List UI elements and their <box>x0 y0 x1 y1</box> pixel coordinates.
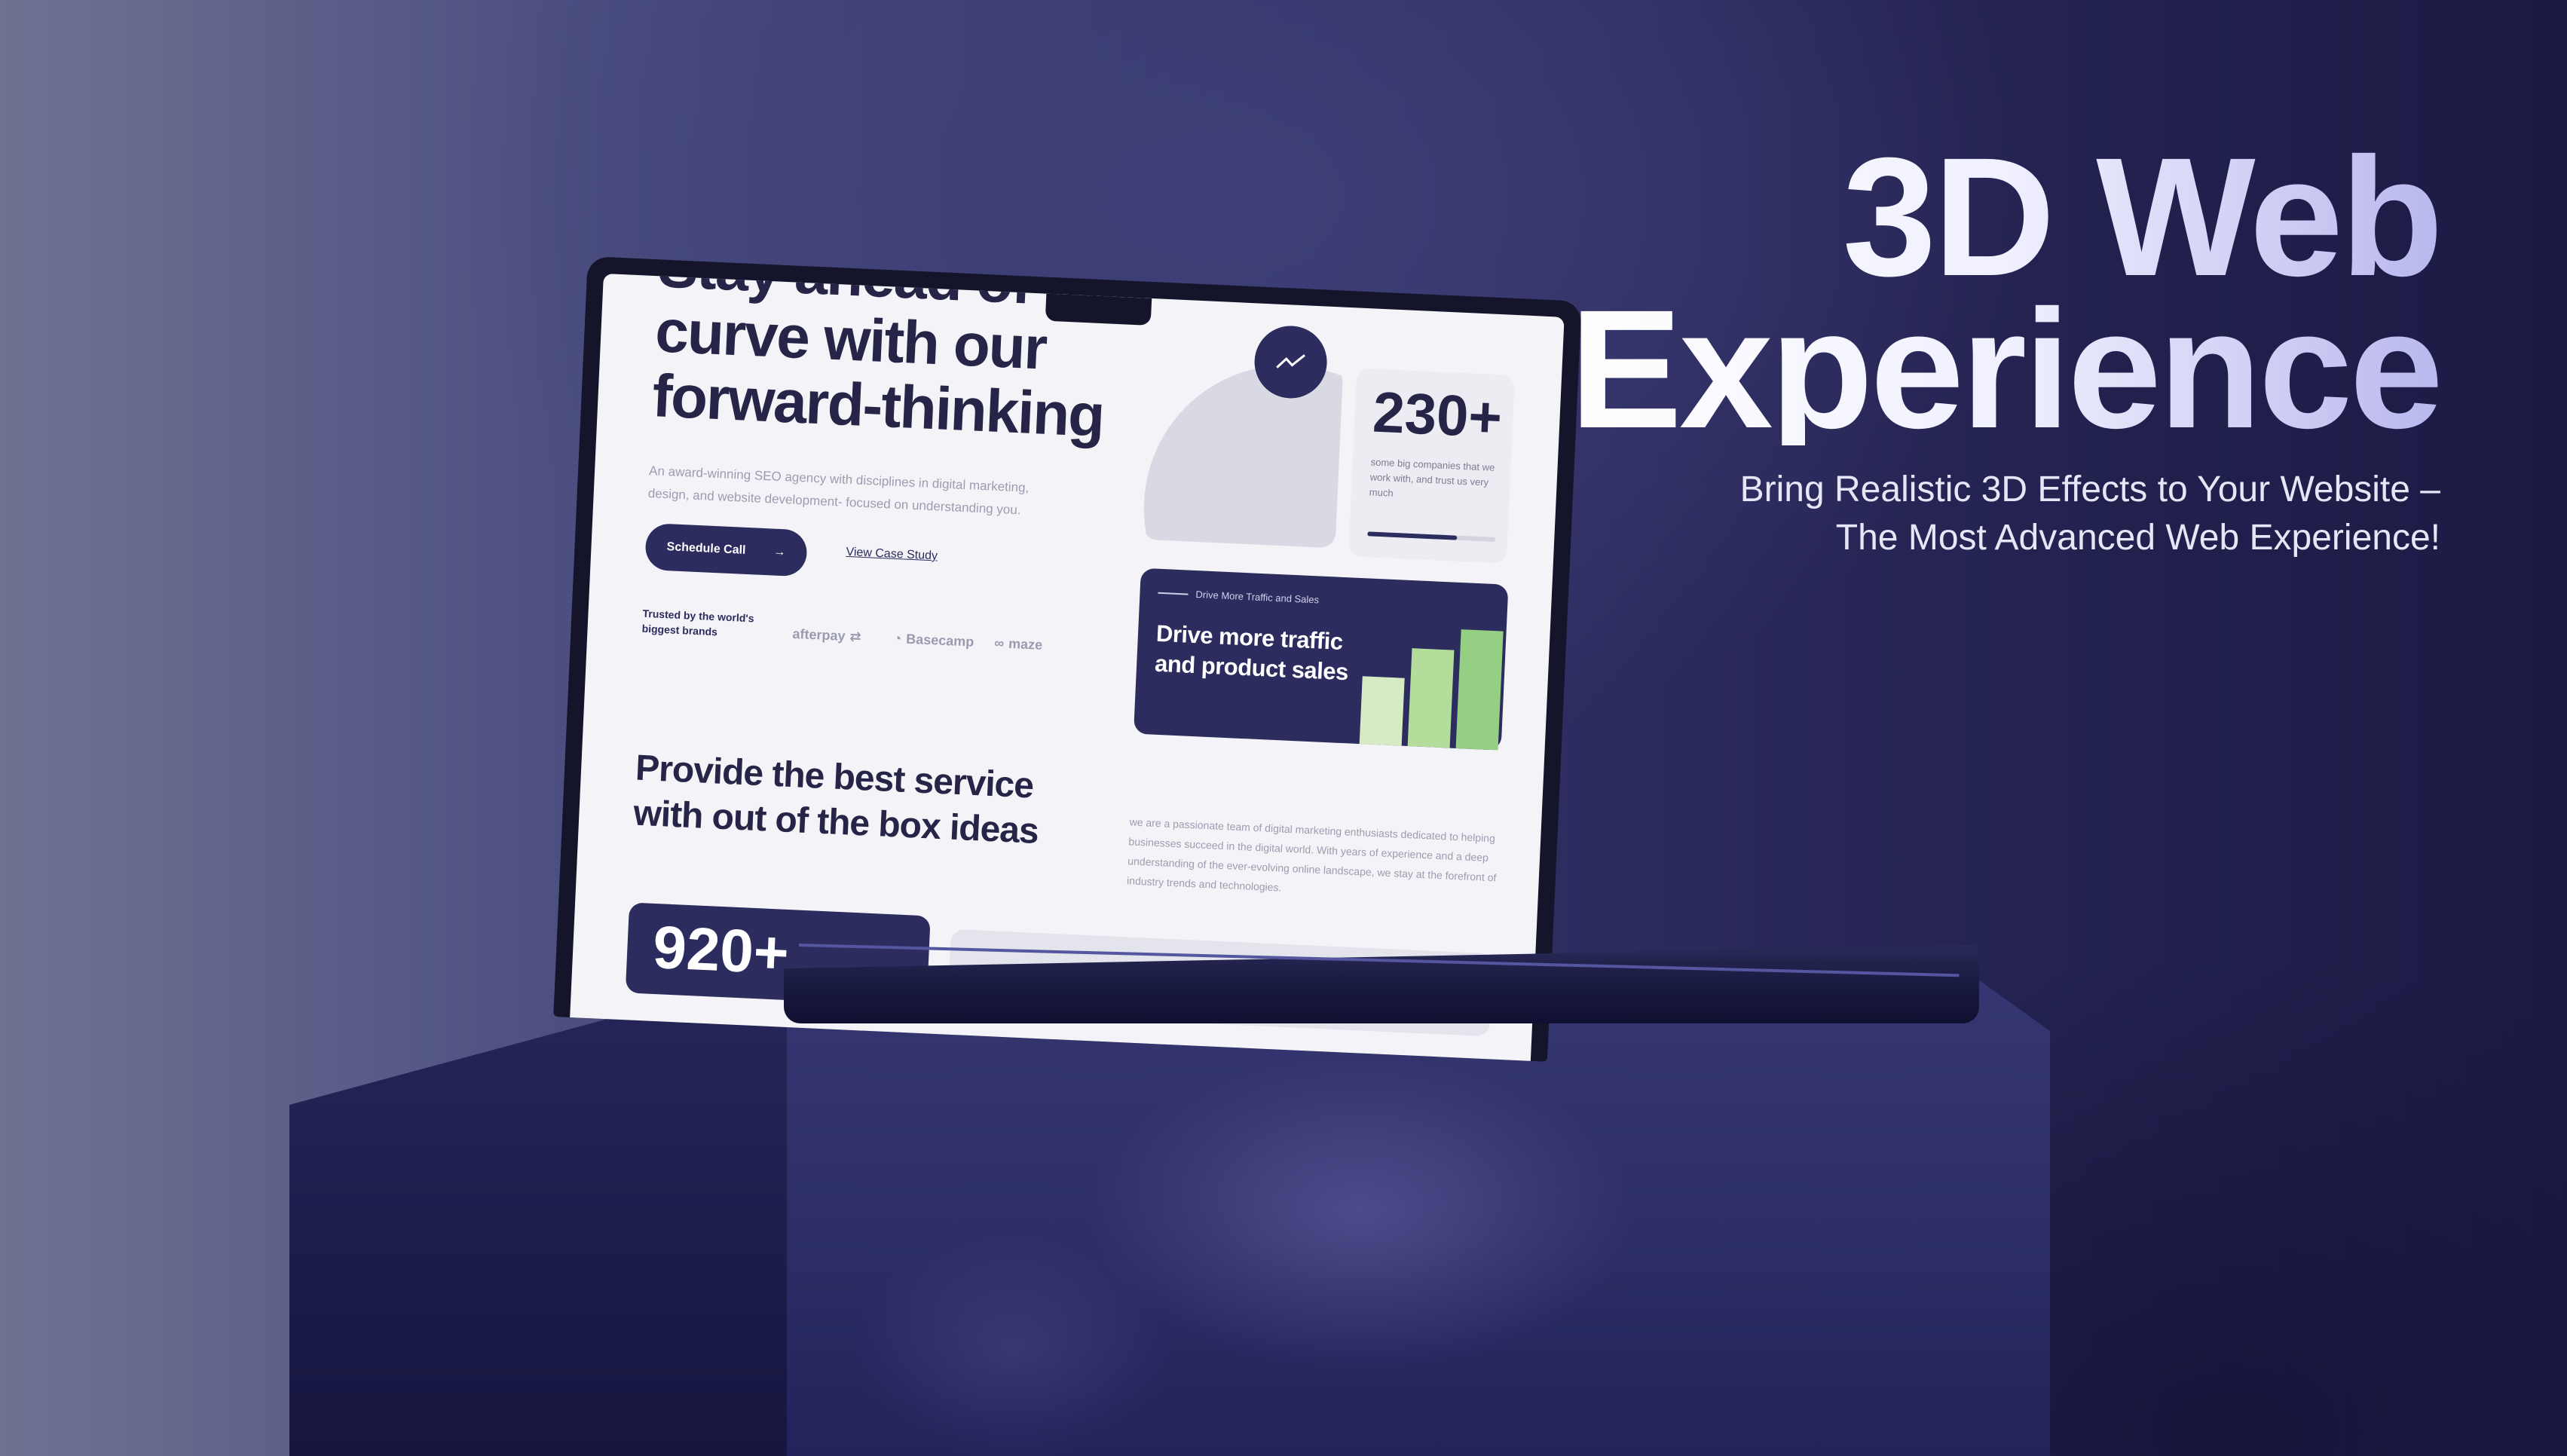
traffic-card-tag: Drive More Traffic and Sales <box>1158 587 1320 606</box>
hero-subtitle: Bring Realistic 3D Effects to Your Websi… <box>1740 466 2440 562</box>
maze-mark-icon: ∞ <box>993 635 1005 651</box>
stat-card-number: 920+ <box>651 913 791 986</box>
bar-graphic <box>1141 568 1508 751</box>
brand-logo-maze: ∞ maze <box>994 635 1043 653</box>
brand-logo-basecamp: ◔ Basecamp <box>893 631 974 650</box>
companies-count-card: 230+ some big companies that we work wit… <box>1348 368 1516 564</box>
hero-subtitle-line-1: Bring Realistic 3D Effects to Your Websi… <box>1739 470 2440 509</box>
traffic-card-title: Drive more traffic and product sales <box>1154 619 1349 686</box>
bar-3 <box>1455 629 1504 751</box>
hero-title: 3D Web Experience <box>1569 133 2443 463</box>
hero-subtitle-line-2: The Most Advanced Web Experience! <box>1835 518 2440 558</box>
bar-2 <box>1407 648 1455 748</box>
brand-afterpay-label: afterpay <box>792 626 846 644</box>
bar-1 <box>1359 676 1405 746</box>
brand-maze-label: maze <box>1008 635 1043 653</box>
schedule-call-button[interactable]: Schedule Call → <box>644 522 808 577</box>
progress-bar <box>1367 531 1496 543</box>
traffic-card: Drive More Traffic and Sales Drive more … <box>1134 567 1509 751</box>
laptop-screen: Stay ahead of the curve with our forward… <box>570 273 1565 1061</box>
pedestal-side <box>289 971 787 1456</box>
afterpay-arrows-icon: ⇄ <box>849 629 862 644</box>
arrow-right-icon: → <box>773 545 786 559</box>
companies-caption: some big companies that we work with, an… <box>1369 456 1495 499</box>
laptop-lid: Stay ahead of the curve with our forward… <box>553 256 1582 1062</box>
basecamp-mark-icon: ◔ <box>892 630 902 647</box>
brand-basecamp-label: Basecamp <box>905 631 974 650</box>
brand-logo-afterpay: afterpay ⇄ <box>792 626 861 645</box>
progress-fill <box>1367 531 1458 540</box>
traffic-card-tag-label: Drive More Traffic and Sales <box>1195 589 1320 606</box>
schedule-call-label: Schedule Call <box>666 540 746 557</box>
camera-notch <box>1045 293 1152 326</box>
hero-title-line-2: Experience <box>1569 274 2443 463</box>
screen-description: An award-winning SEO agency with discipl… <box>647 463 1030 518</box>
hero-title-line-1: 3D Web <box>1570 133 2443 301</box>
companies-count: 230+ <box>1371 380 1504 451</box>
section-heading: Provide the best service with out of the… <box>632 748 1039 852</box>
trusted-by-text: Trusted by the world's biggest brands <box>641 607 754 638</box>
section-paragraph: we are a passionate team of digital mark… <box>1126 815 1497 894</box>
view-case-study-link[interactable]: View Case Study <box>846 546 938 563</box>
